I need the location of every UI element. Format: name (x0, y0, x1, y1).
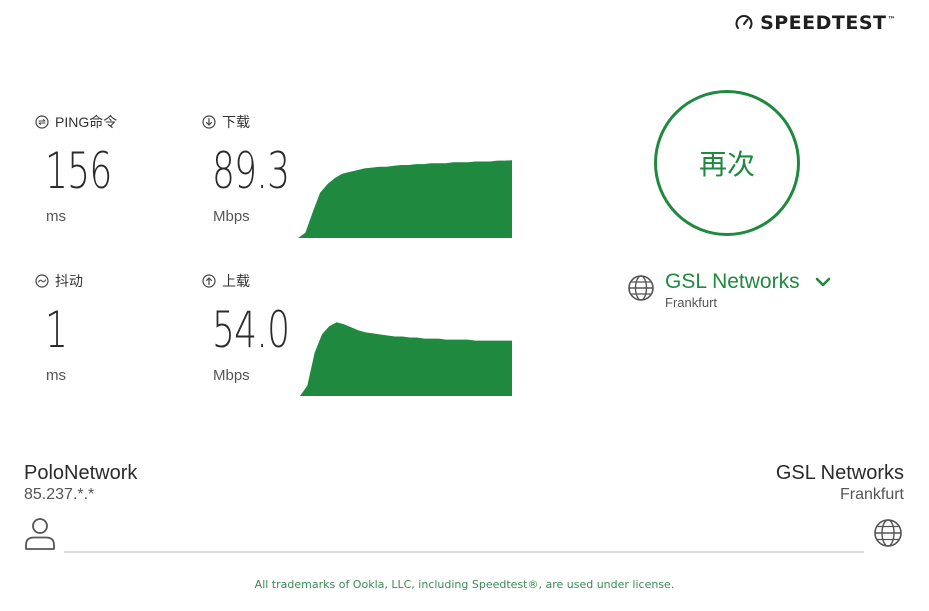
chevron-down-icon[interactable] (814, 273, 832, 291)
upload-value: 54.0 (212, 301, 290, 359)
isp-ip: 85.237.*.* (24, 486, 95, 503)
upload-speed-area (300, 322, 512, 396)
user-icon (24, 516, 56, 555)
connection-line (64, 551, 864, 553)
server-name-row: GSL Networks (665, 270, 832, 294)
logo-text: SPEEDTEST™ (760, 12, 896, 34)
upload-chart (300, 316, 512, 396)
globe-icon (627, 270, 655, 307)
server-location: Frankfurt (665, 295, 718, 310)
download-chart-svg (298, 160, 512, 238)
isp-name: PoloNetwork (24, 462, 138, 484)
upload-unit: Mbps (213, 367, 250, 384)
jitter-unit: ms (46, 367, 66, 384)
upload-arrow-icon (202, 274, 216, 288)
server-info: GSL Networks Frankfurt (665, 270, 832, 310)
host-name: GSL Networks (775, 462, 904, 484)
ping-icon (35, 115, 49, 129)
ping-label-text: PING命令 (55, 114, 118, 130)
gauge-icon (735, 15, 753, 29)
upload-label: 上载 (202, 271, 250, 291)
jitter-value: 1 (45, 301, 68, 359)
upload-label-text: 上载 (222, 273, 250, 289)
download-chart (298, 158, 512, 238)
download-value: 89.3 (212, 142, 290, 200)
server-name: GSL Networks (665, 270, 800, 293)
download-label: 下载 (202, 112, 250, 132)
trademark-mark: ™ (887, 14, 896, 24)
ping-unit: ms (46, 208, 66, 225)
speedtest-logo: SPEEDTEST™ (734, 12, 896, 34)
again-button[interactable]: 再次 (654, 90, 800, 236)
ping-value: 156 (45, 142, 112, 200)
download-unit: Mbps (213, 208, 250, 225)
download-speed-area (298, 160, 512, 238)
jitter-icon (35, 274, 49, 288)
jitter-label: 抖动 (35, 271, 83, 291)
server-selector[interactable]: GSL Networks Frankfurt (627, 270, 832, 310)
again-button-label: 再次 (698, 149, 755, 180)
download-arrow-icon (202, 115, 216, 129)
legal-notice: All trademarks of Ookla, LLC, including … (254, 578, 675, 591)
host-globe-icon (873, 518, 903, 553)
jitter-label-text: 抖动 (55, 273, 83, 289)
host-location: Frankfurt (839, 486, 904, 503)
upload-chart-svg (300, 322, 512, 396)
download-label-text: 下载 (222, 114, 250, 130)
ping-label: PING命令 (35, 112, 117, 132)
